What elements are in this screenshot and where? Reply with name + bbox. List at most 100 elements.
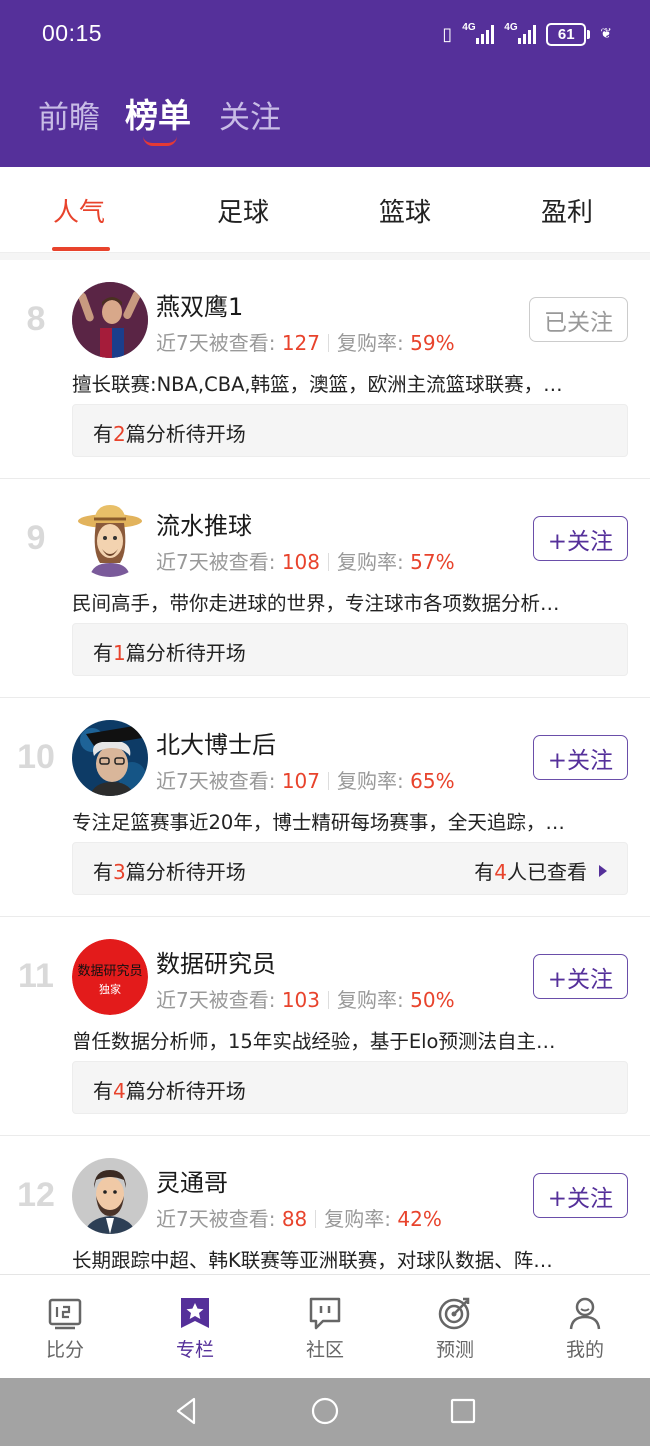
views-count: 103	[281, 988, 321, 1012]
tab-profit[interactable]: 盈利	[541, 192, 593, 229]
category-tab-indicator	[52, 247, 110, 251]
expert-name[interactable]: 燕双鹰1	[156, 287, 243, 322]
repurchase-label: 复购率:	[337, 331, 404, 355]
nav-label: 专栏	[175, 1339, 214, 1361]
player-avatar-icon[interactable]	[72, 282, 148, 358]
list-item[interactable]: 12 灵通哥 近7天被查看: 88 复购率: 42% +关注 长期跟踪中超、韩K联…	[0, 1136, 650, 1274]
nav-label: 我的	[565, 1339, 604, 1361]
cartoon-hat-avatar-icon[interactable]	[72, 501, 148, 577]
list-item[interactable]: 9 流水推球 近7天被查看: 108 复购率: 57% +关注 民间高手，带你走进…	[0, 479, 650, 698]
status-time: 00:15	[42, 20, 103, 46]
avatar-logo-text: 数据研究员	[77, 964, 142, 979]
expert-name[interactable]: 灵通哥	[156, 1163, 228, 1198]
repurchase-label: 复购率:	[324, 1207, 392, 1231]
home-icon[interactable]	[310, 1396, 340, 1426]
pending-analysis-bar[interactable]: 有1篇分析待开场	[72, 623, 628, 676]
network-type-1: 4G	[462, 22, 476, 33]
pending-analysis-text: 有2篇分析待开场	[93, 422, 246, 446]
tab-basketball[interactable]: 篮球	[379, 192, 431, 229]
data-logo-avatar-icon[interactable]: 数据研究员 独家	[72, 939, 148, 1015]
views-label: 近7天被查看:	[156, 331, 276, 355]
pending-count: 1	[113, 641, 126, 665]
follow-button[interactable]: +关注	[532, 1173, 628, 1218]
scoreboard-icon	[48, 1298, 82, 1330]
nav-label: 比分	[45, 1339, 84, 1361]
rank-number: 12	[17, 1176, 55, 1214]
repurchase-rate: 65%	[410, 769, 455, 793]
pending-analysis-bar[interactable]: 有4篇分析待开场	[72, 1061, 628, 1114]
active-tab-indicator	[143, 136, 177, 146]
expert-stats: 近7天被查看: 108 复购率: 57%	[156, 546, 455, 575]
expert-stats: 近7天被查看: 103 复购率: 50%	[156, 984, 455, 1013]
rank-number: 11	[18, 957, 54, 995]
battery-level: 61	[546, 22, 587, 46]
rank-number: 8	[26, 300, 46, 338]
nav-item-community[interactable]: 社区	[260, 1275, 390, 1379]
tab-football[interactable]: 足球	[217, 192, 269, 229]
chat-bubble-icon	[309, 1297, 341, 1330]
leaf-icon: ❦	[600, 26, 612, 42]
viewed-count: 4	[494, 860, 507, 884]
views-label: 近7天被查看:	[156, 1207, 276, 1231]
repurchase-rate: 59%	[410, 331, 455, 355]
views-count: 107	[281, 769, 321, 793]
views-count: 108	[281, 550, 321, 574]
star-bookmark-icon	[181, 1298, 209, 1328]
follow-button[interactable]: +关注	[532, 954, 628, 999]
user-icon	[569, 1297, 601, 1330]
pending-analysis-bar[interactable]: 有3篇分析待开场 有4人已查看	[72, 842, 628, 895]
chevron-right-icon	[599, 864, 607, 877]
list-item[interactable]: 11 数据研究员 独家 数据研究员 近7天被查看: 103 复购率: 50% +关…	[0, 917, 650, 1136]
tab-preview[interactable]: 前瞻	[38, 92, 100, 137]
back-icon[interactable]	[172, 1396, 202, 1426]
pending-count: 4	[113, 1079, 126, 1103]
repurchase-label: 复购率:	[337, 550, 404, 574]
pending-count: 3	[113, 860, 126, 884]
views-count: 88	[281, 1207, 308, 1231]
system-nav-bar	[0, 1378, 650, 1446]
expert-name[interactable]: 北大博士后	[156, 725, 276, 760]
list-item[interactable]: 8 燕双鹰1 近7天被查看: 127 复购率: 59% 已关注 擅长联赛:NBA,…	[0, 260, 650, 479]
pending-analysis-text: 有1篇分析待开场	[93, 641, 246, 665]
expert-stats: 近7天被查看: 127 复购率: 59%	[156, 327, 455, 356]
nav-label: 社区	[305, 1339, 344, 1361]
viewed-count-link[interactable]: 有4人已查看	[474, 856, 607, 885]
followed-button[interactable]: 已关注	[529, 297, 628, 342]
scientist-avatar-icon[interactable]	[72, 720, 148, 796]
nav-label: 预测	[435, 1339, 474, 1361]
repurchase-label: 复购率:	[337, 769, 404, 793]
expert-stats: 近7天被查看: 88 复购率: 42%	[156, 1203, 442, 1232]
status-icons: ▯ 4G 4G 61 ❦	[442, 20, 612, 48]
tab-following[interactable]: 关注	[219, 92, 281, 137]
expert-description: 民间高手，带你走进球的世界，专注球市各项数据分析…	[72, 592, 560, 615]
bottom-nav: 比分 专栏 社区 预测 我的	[0, 1274, 650, 1378]
expert-name[interactable]: 流水推球	[156, 506, 252, 541]
expert-name[interactable]: 数据研究员	[156, 944, 276, 979]
views-count: 127	[281, 331, 321, 355]
bearded-man-avatar-icon[interactable]	[72, 1158, 148, 1234]
pending-analysis-text: 有3篇分析待开场	[93, 860, 246, 884]
signal-icon-2: 4G	[504, 22, 537, 44]
avatar-logo-badge: 独家	[99, 982, 121, 996]
network-type-2: 4G	[504, 22, 518, 33]
ranking-list[interactable]: 8 燕双鹰1 近7天被查看: 127 复购率: 59% 已关注 擅长联赛:NBA,…	[0, 260, 650, 1274]
pending-count: 2	[113, 422, 126, 446]
nav-item-mine[interactable]: 我的	[520, 1275, 650, 1379]
pending-analysis-bar[interactable]: 有2篇分析待开场	[72, 404, 628, 457]
header: 前瞻 榜单 关注	[0, 72, 650, 167]
list-item[interactable]: 10 北大博士后 近7天被查看: 107 复购率: 65% +关注 专注足篮赛事近…	[0, 698, 650, 917]
expert-description: 擅长联赛:NBA,CBA,韩篮，澳篮，欧洲主流篮球联赛，…	[72, 373, 563, 396]
expert-description: 长期跟踪中超、韩K联赛等亚洲联赛，对球队数据、阵…	[72, 1249, 553, 1272]
views-label: 近7天被查看:	[156, 769, 276, 793]
status-bar: 00:15 ▯ 4G 4G 61 ❦	[0, 0, 650, 72]
repurchase-rate: 50%	[410, 988, 455, 1012]
expert-stats: 近7天被查看: 107 复购率: 65%	[156, 765, 455, 794]
follow-button[interactable]: +关注	[532, 516, 628, 561]
tab-popularity[interactable]: 人气	[53, 192, 105, 229]
recent-apps-icon[interactable]	[448, 1396, 478, 1426]
nav-item-column[interactable]: 专栏	[130, 1275, 260, 1379]
nav-item-score[interactable]: 比分	[0, 1275, 130, 1379]
nav-item-predict[interactable]: 预测	[390, 1275, 520, 1379]
tab-rankings[interactable]: 榜单	[125, 89, 191, 137]
follow-button[interactable]: +关注	[532, 735, 628, 780]
